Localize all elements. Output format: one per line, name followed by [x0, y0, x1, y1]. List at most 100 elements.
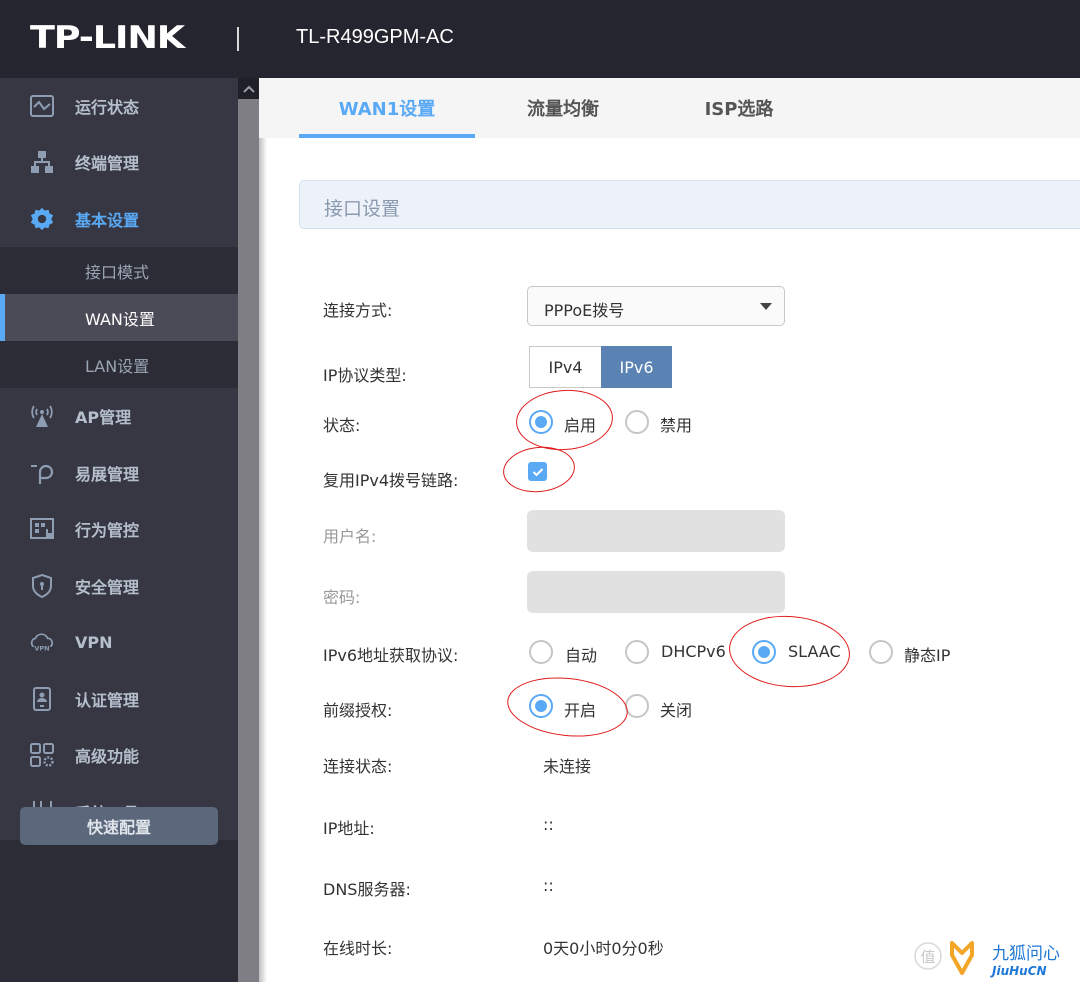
- tab-label: 流量均衡: [527, 99, 599, 120]
- ip-protocol-label: IP协议类型:: [323, 366, 407, 385]
- sidebar-item-label: 基本设置: [75, 210, 140, 230]
- connection-type-label: 连接方式:: [323, 301, 393, 320]
- watermark-name: 九狐问心: [992, 944, 1060, 964]
- sidebar: 运行状态 终端管理 基本设置 接口模式 WAN设置 LAN设置 AP管理 易展管…: [0, 78, 238, 982]
- tab-isp-routing[interactable]: ISP选路: [651, 78, 827, 138]
- username-label: 用户名:: [323, 527, 377, 546]
- shield-icon: [29, 573, 55, 599]
- prefix-off-radio[interactable]: [625, 694, 649, 718]
- prefix-on-option-label: 开启: [564, 701, 597, 720]
- sidebar-subitem-interface-mode[interactable]: 接口模式: [0, 247, 238, 294]
- dns-label: DNS服务器:: [323, 880, 411, 899]
- ip-address-value: ::: [543, 815, 554, 834]
- prefix-off-option-label: 关闭: [660, 701, 693, 720]
- ipv6-dhcpv6-radio[interactable]: [625, 640, 649, 664]
- reuse-ipv4-label: 复用IPv4拨号链路:: [323, 471, 459, 490]
- prefix-on-radio[interactable]: [529, 694, 553, 718]
- top-bar: TP-LINK TL-R499GPM-AC: [0, 0, 1080, 78]
- sidebar-item-label: 终端管理: [75, 154, 140, 173]
- sidebar-item-advanced[interactable]: 高级功能: [0, 727, 238, 784]
- connection-type-select[interactable]: PPPoE拨号: [527, 286, 785, 326]
- easy-mesh-icon: [29, 460, 55, 486]
- header-divider: [237, 27, 239, 51]
- sidebar-item-basic-settings[interactable]: 基本设置: [0, 190, 238, 247]
- sidebar-item-easymesh[interactable]: 易展管理: [0, 445, 238, 502]
- ipv6-auto-radio[interactable]: [529, 640, 553, 664]
- ip-protocol-ipv6-button[interactable]: IPv6: [601, 346, 672, 388]
- password-input[interactable]: [527, 571, 785, 613]
- tab-traffic-balance[interactable]: 流量均衡: [475, 78, 651, 138]
- prefix-delegation-label: 前缀授权:: [323, 701, 393, 720]
- chevron-up-icon: [242, 85, 255, 93]
- ipv6-auto-option-label: 自动: [565, 646, 598, 665]
- gear-icon: [29, 206, 55, 232]
- auth-device-icon: [29, 686, 55, 712]
- quick-config-button[interactable]: 快速配置: [20, 807, 218, 845]
- sidebar-item-security[interactable]: 安全管理: [0, 558, 238, 615]
- caret-down-icon: [760, 303, 772, 310]
- conn-status-value: 未连接: [543, 757, 592, 776]
- uptime-label: 在线时长:: [323, 939, 393, 958]
- panel-shadow: [259, 78, 267, 982]
- sidebar-submenu: 接口模式 WAN设置 LAN设置: [0, 247, 238, 388]
- sidebar-item-label: 运行状态: [75, 98, 140, 117]
- status-chart-icon: [29, 93, 55, 119]
- sidebar-item-label: 易展管理: [75, 464, 140, 484]
- sidebar-item-label: AP管理: [75, 408, 132, 428]
- tab-label: WAN1设置: [338, 99, 436, 120]
- dns-value: ::: [543, 876, 554, 895]
- behavior-control-icon: [29, 516, 55, 542]
- device-model: TL-R499GPM-AC: [296, 26, 454, 48]
- sidebar-subitem-label: 接口模式: [85, 262, 150, 282]
- brand-logo: TP-LINK: [30, 20, 185, 56]
- ipv6-slaac-radio[interactable]: [752, 640, 776, 664]
- sidebar-item-label: 行为管控: [75, 521, 140, 541]
- section-title: 接口设置: [324, 198, 401, 220]
- sidebar-scrollbar[interactable]: [238, 78, 259, 982]
- sidebar-item-label: 高级功能: [75, 747, 140, 767]
- scroll-up-button[interactable]: [238, 78, 259, 99]
- status-disable-option-label: 禁用: [660, 416, 693, 435]
- advanced-grid-icon: [29, 742, 55, 768]
- ip-address-label: IP地址:: [323, 819, 375, 838]
- conn-status-label: 连接状态:: [323, 757, 393, 776]
- status-disable-radio[interactable]: [625, 410, 649, 434]
- sidebar-subitem-wan[interactable]: WAN设置: [0, 294, 238, 341]
- sidebar-item-ap[interactable]: AP管理: [0, 388, 238, 445]
- status-enable-option-label: 启用: [564, 416, 597, 435]
- sidebar-item-vpn[interactable]: VPN VPN: [0, 614, 238, 671]
- svg-text:VPN: VPN: [34, 645, 49, 653]
- watermark: 值 九狐问心 JiuHuCN: [910, 935, 1080, 980]
- status-label: 状态:: [323, 416, 361, 435]
- sidebar-subitem-lan[interactable]: LAN设置: [0, 341, 238, 388]
- reuse-ipv4-checkbox[interactable]: [528, 462, 547, 481]
- sidebar-item-label: 认证管理: [75, 690, 140, 710]
- ipv6-slaac-option-label: SLAAC: [788, 642, 841, 661]
- ap-broadcast-icon: [29, 403, 55, 429]
- fox-logo-icon: [950, 941, 974, 975]
- sidebar-subitem-label: LAN设置: [85, 356, 150, 376]
- connection-type-value: PPPoE拨号: [544, 301, 625, 320]
- ipv6-acquire-label: IPv6地址获取协议:: [323, 646, 459, 665]
- tab-wan1-settings[interactable]: WAN1设置: [299, 78, 475, 138]
- sidebar-subitem-label: WAN设置: [85, 309, 155, 329]
- segment-label: IPv6: [619, 357, 654, 377]
- vpn-cloud-icon: VPN: [29, 629, 55, 655]
- network-tree-icon: [29, 149, 55, 175]
- watermark-latin: JiuHuCN: [990, 964, 1047, 978]
- sidebar-item-status[interactable]: 运行状态: [0, 78, 238, 134]
- segment-label: IPv4: [548, 357, 583, 377]
- sidebar-item-label: 安全管理: [75, 577, 140, 597]
- username-input[interactable]: [527, 510, 785, 552]
- tab-label: ISP选路: [704, 99, 774, 120]
- status-enable-radio[interactable]: [529, 410, 553, 434]
- uptime-value: 0天0小时0分0秒: [543, 939, 664, 958]
- sidebar-item-terminals[interactable]: 终端管理: [0, 134, 238, 190]
- sidebar-item-behavior[interactable]: 行为管控: [0, 501, 238, 558]
- password-label: 密码:: [323, 588, 361, 607]
- watermark-badge: 值: [920, 948, 935, 966]
- sidebar-item-auth[interactable]: 认证管理: [0, 671, 238, 728]
- ipv6-static-radio[interactable]: [869, 640, 893, 664]
- ip-protocol-ipv4-button[interactable]: IPv4: [529, 346, 602, 388]
- ipv6-dhcpv6-option-label: DHCPv6: [661, 642, 726, 661]
